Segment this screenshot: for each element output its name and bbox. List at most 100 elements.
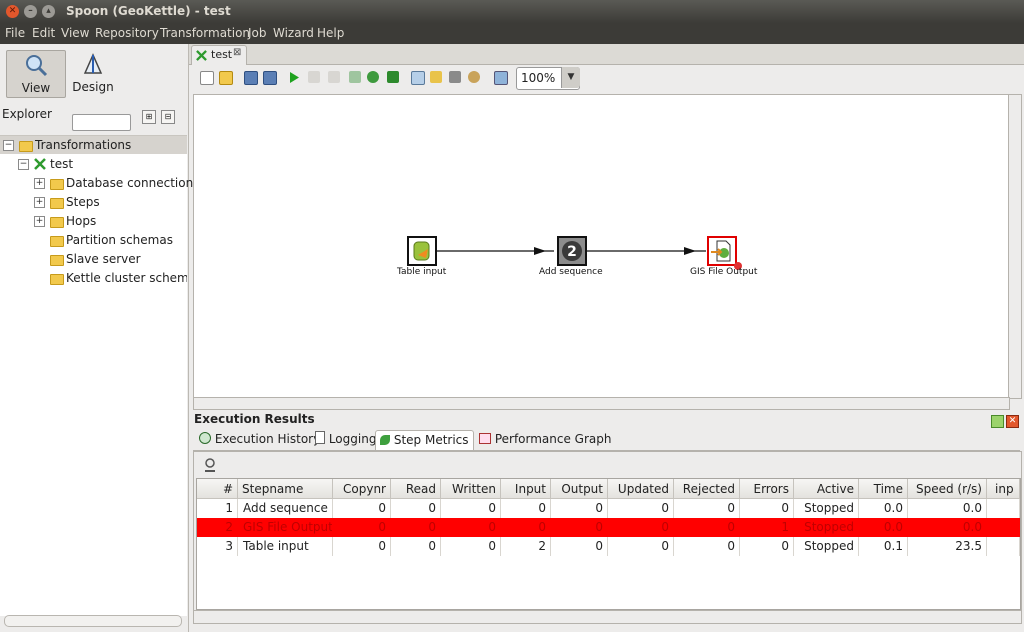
folder-icon (50, 236, 64, 247)
view-perspective-button[interactable]: View (6, 50, 66, 98)
table-cell: 0 (441, 518, 501, 537)
save-icon[interactable] (244, 71, 258, 85)
tab-execution-history[interactable]: Execution History (195, 430, 324, 449)
zoom-dropdown-arrow-icon[interactable]: ▼ (561, 67, 580, 88)
menu-edit[interactable]: Edit (32, 26, 55, 40)
new-file-icon[interactable] (200, 71, 214, 85)
column-header[interactable]: # (197, 479, 238, 499)
column-header[interactable]: Active (794, 479, 859, 499)
sql-icon[interactable] (449, 71, 461, 83)
column-header[interactable]: Input (501, 479, 551, 499)
tree-item-database-connections[interactable]: + Database connections (0, 174, 199, 192)
table-cell: 0.0 (859, 518, 908, 537)
save-as-icon[interactable] (263, 71, 277, 85)
table-cell: 0 (441, 537, 501, 556)
tab-step-metrics[interactable]: Step Metrics (375, 430, 474, 450)
table-cell: Stopped (794, 499, 859, 518)
column-header[interactable]: Errors (740, 479, 794, 499)
menu-job[interactable]: Job (248, 26, 267, 40)
impact-icon[interactable] (430, 71, 442, 83)
column-header[interactable]: Rejected (674, 479, 740, 499)
menu-help[interactable]: Help (317, 26, 344, 40)
show-results-icon[interactable] (494, 71, 508, 85)
tree-item-test[interactable]: − test (0, 155, 187, 173)
table-cell: 3 (197, 537, 238, 556)
left-panel: View Design Explorer ⊞ ⊟ − Transformatio… (0, 44, 199, 632)
tab-test[interactable]: test ⊠ (191, 45, 247, 65)
expand-icon[interactable]: + (34, 197, 45, 208)
explore-db-icon[interactable] (468, 71, 480, 83)
tree-item-hops[interactable]: + Hops (0, 212, 187, 230)
explorer-search-input[interactable] (72, 114, 131, 131)
table-cell (987, 499, 1020, 518)
maximize-panel-icon[interactable] (991, 415, 1004, 428)
run-icon[interactable] (288, 71, 300, 84)
column-header[interactable]: Updated (608, 479, 674, 499)
column-header[interactable]: Written (441, 479, 501, 499)
tree-item-partition-schemas[interactable]: Partition schemas (0, 231, 187, 249)
table-row[interactable]: 1 Add sequence 0 0 0 0 0 0 0 0 Stopped 0… (197, 499, 1020, 518)
menu-view[interactable]: View (61, 26, 89, 40)
table-cell: 0.0 (859, 499, 908, 518)
expand-all-icon[interactable]: ⊞ (142, 110, 156, 124)
menu-transformation[interactable]: Transformation (160, 26, 250, 40)
close-window-button[interactable]: ✕ (6, 5, 19, 18)
metrics-horizontal-scrollbar[interactable] (193, 610, 1022, 624)
pause-icon[interactable] (308, 71, 320, 83)
tab-bar (189, 44, 1024, 65)
refresh-metrics-icon[interactable] (202, 457, 218, 473)
table-row[interactable]: 3 Table input 0 0 0 2 0 0 0 0 Stopped 0.… (197, 537, 1020, 556)
expand-icon[interactable]: + (34, 216, 45, 227)
title-bar: ✕ – ▴ Spoon (GeoKettle) - test (0, 0, 1024, 23)
column-header[interactable]: inp (987, 479, 1020, 499)
canvas-horizontal-scrollbar[interactable] (193, 397, 1010, 410)
tab-label: Step Metrics (393, 433, 469, 447)
table-cell: 0 (501, 518, 551, 537)
tree-item-slave-server[interactable]: Slave server (0, 250, 187, 268)
step-gis-file-output[interactable] (707, 236, 737, 266)
expand-icon[interactable]: + (34, 178, 45, 189)
tree-item-steps[interactable]: + Steps (0, 193, 187, 211)
column-header[interactable]: Copynr (333, 479, 391, 499)
menu-wizard[interactable]: Wizard (273, 26, 314, 40)
table-row-error[interactable]: 2 GIS File Output 0 0 0 0 0 0 0 1 Stoppe… (197, 518, 1020, 537)
tab-logging[interactable]: Logging (311, 430, 380, 449)
collapse-icon[interactable]: − (18, 159, 29, 170)
step-add-sequence[interactable]: 2 (557, 236, 587, 266)
canvas-vertical-scrollbar[interactable] (1008, 94, 1022, 399)
verify-icon[interactable] (411, 71, 425, 85)
window-title: Spoon (GeoKettle) - test (66, 4, 231, 18)
tab-performance-graph[interactable]: Performance Graph (475, 430, 616, 449)
column-header[interactable]: Speed (r/s) (908, 479, 987, 499)
close-tab-icon[interactable]: ⊠ (233, 47, 241, 58)
transformation-canvas[interactable]: Table input 2 Add sequence GIS File Outp… (193, 94, 1010, 399)
menu-repository[interactable]: Repository (95, 26, 159, 40)
column-header[interactable]: Stepname (238, 479, 333, 499)
column-header[interactable]: Output (551, 479, 608, 499)
collapse-icon[interactable]: − (3, 140, 14, 151)
table-cell: 0 (333, 499, 391, 518)
debug-icon[interactable] (367, 71, 379, 83)
design-perspective-button[interactable]: Design (64, 50, 122, 96)
tree-label: Database connections (66, 176, 200, 190)
open-file-icon[interactable] (219, 71, 233, 85)
tree-horizontal-scrollbar[interactable] (4, 615, 182, 627)
table-cell: 23.5 (908, 537, 987, 556)
close-panel-icon[interactable]: ✕ (1006, 415, 1019, 428)
maximize-window-button[interactable]: ▴ (42, 5, 55, 18)
tree-item-transformations[interactable]: − Transformations (0, 136, 187, 154)
minimize-window-button[interactable]: – (24, 5, 37, 18)
step-table-input[interactable] (407, 236, 437, 266)
stop-icon[interactable] (328, 71, 340, 83)
replay-icon[interactable] (387, 71, 399, 83)
menu-file[interactable]: File (5, 26, 25, 40)
tree-label: Hops (66, 214, 97, 228)
menu-bar: File Edit View Repository Transformation… (0, 23, 1024, 44)
tree-item-kettle-cluster-schemas[interactable]: Kettle cluster schemas (0, 269, 187, 287)
transformation-toolbar (189, 65, 1024, 93)
preview-icon[interactable] (349, 71, 361, 83)
column-header[interactable]: Read (391, 479, 441, 499)
metrics-icon (380, 435, 390, 445)
column-header[interactable]: Time (859, 479, 908, 499)
collapse-all-icon[interactable]: ⊟ (161, 110, 175, 124)
